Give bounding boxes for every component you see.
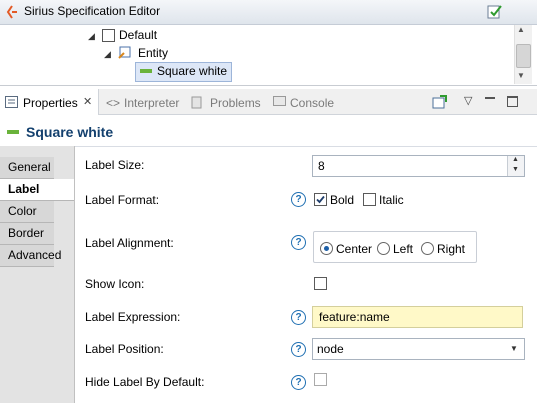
scroll-up-icon[interactable]: ▲ — [517, 25, 525, 34]
label-expression-value[interactable]: feature:name — [319, 310, 390, 324]
problems-icon — [191, 96, 202, 109]
tab-problems[interactable]: Problems — [210, 96, 261, 110]
console-icon — [273, 96, 286, 106]
tab-advanced[interactable]: Advanced — [0, 245, 61, 267]
tab-console[interactable]: Console — [290, 96, 334, 110]
spinner-down-icon[interactable]: ▼ — [512, 166, 519, 173]
scroll-down-icon[interactable]: ▼ — [517, 71, 525, 80]
right-radio[interactable] — [421, 242, 434, 255]
hide-label-label: Hide Label By Default: — [85, 375, 205, 389]
tab-properties-label[interactable]: Properties — [23, 96, 78, 110]
minimize-icon[interactable] — [485, 97, 495, 99]
tree-node-entity[interactable]: Entity — [138, 46, 168, 60]
center-label[interactable]: Center — [336, 242, 372, 256]
close-tab-icon[interactable]: ✕ — [83, 95, 92, 108]
scroll-thumb[interactable] — [516, 44, 531, 68]
show-icon-label: Show Icon: — [85, 277, 145, 291]
help-icon[interactable]: ? — [291, 375, 306, 390]
label-size-label: Label Size: — [85, 158, 145, 172]
tree-node-square-white[interactable]: Square white — [157, 64, 227, 78]
help-icon[interactable]: ? — [291, 192, 306, 207]
pin-view-icon[interactable] — [432, 95, 447, 109]
tab-interpreter[interactable]: Interpreter — [124, 96, 179, 110]
label-expression-label: Label Expression: — [85, 310, 181, 324]
tab-general[interactable]: General — [0, 157, 54, 179]
left-radio[interactable] — [377, 242, 390, 255]
help-icon[interactable]: ? — [291, 235, 306, 250]
tree-header: Sirius Specification Editor — [0, 0, 537, 25]
center-radio[interactable] — [320, 242, 333, 255]
label-position-label: Label Position: — [85, 342, 164, 356]
maximize-icon[interactable] — [507, 96, 518, 107]
node-mapping-icon — [118, 46, 131, 59]
expand-triangle-icon[interactable]: ◢ — [88, 31, 95, 42]
label-expression-input[interactable]: feature:name — [312, 306, 523, 328]
tab-color[interactable]: Color — [0, 201, 54, 223]
sirius-logo-icon — [6, 5, 17, 19]
tree-node-default[interactable]: Default — [119, 28, 157, 42]
italic-checkbox[interactable] — [363, 193, 376, 206]
square-style-icon — [7, 130, 19, 134]
help-icon[interactable]: ? — [291, 342, 306, 357]
expand-triangle-icon[interactable]: ◢ — [104, 49, 111, 60]
tab-border[interactable]: Border — [0, 223, 54, 245]
label-size-value[interactable]: 8 — [318, 159, 325, 173]
section-header: Square white — [0, 118, 537, 147]
bold-label[interactable]: Bold — [330, 193, 354, 207]
checkmark-icon — [316, 195, 325, 204]
italic-label[interactable]: Italic — [379, 193, 404, 207]
help-icon[interactable]: ? — [291, 310, 306, 325]
spinner-buttons[interactable]: ▲ ▼ — [507, 156, 524, 176]
show-icon-checkbox[interactable] — [314, 277, 327, 290]
label-alignment-label: Label Alignment: — [85, 236, 174, 250]
spinner-up-icon[interactable]: ▲ — [512, 156, 519, 163]
validate-icon[interactable] — [487, 4, 502, 19]
left-label[interactable]: Left — [393, 242, 413, 256]
square-style-icon — [140, 69, 152, 73]
right-label[interactable]: Right — [437, 242, 465, 256]
view-menu-icon[interactable]: ▽ — [464, 94, 472, 107]
interpreter-icon: <> — [106, 96, 121, 110]
editor-title: Sirius Specification Editor — [24, 4, 161, 18]
dropdown-arrow-icon[interactable]: ▼ — [510, 344, 518, 353]
label-size-spinner[interactable]: 8 ▲ ▼ — [312, 155, 525, 177]
tab-label[interactable]: Label — [0, 179, 74, 201]
layer-icon — [102, 29, 115, 42]
hide-label-checkbox[interactable] — [314, 373, 327, 386]
section-title: Square white — [26, 124, 114, 140]
properties-icon — [5, 96, 18, 108]
bold-checkbox[interactable] — [314, 193, 327, 206]
label-position-select[interactable]: node ▼ — [312, 338, 525, 360]
label-format-label: Label Format: — [85, 193, 160, 207]
label-position-value[interactable]: node — [317, 342, 344, 356]
